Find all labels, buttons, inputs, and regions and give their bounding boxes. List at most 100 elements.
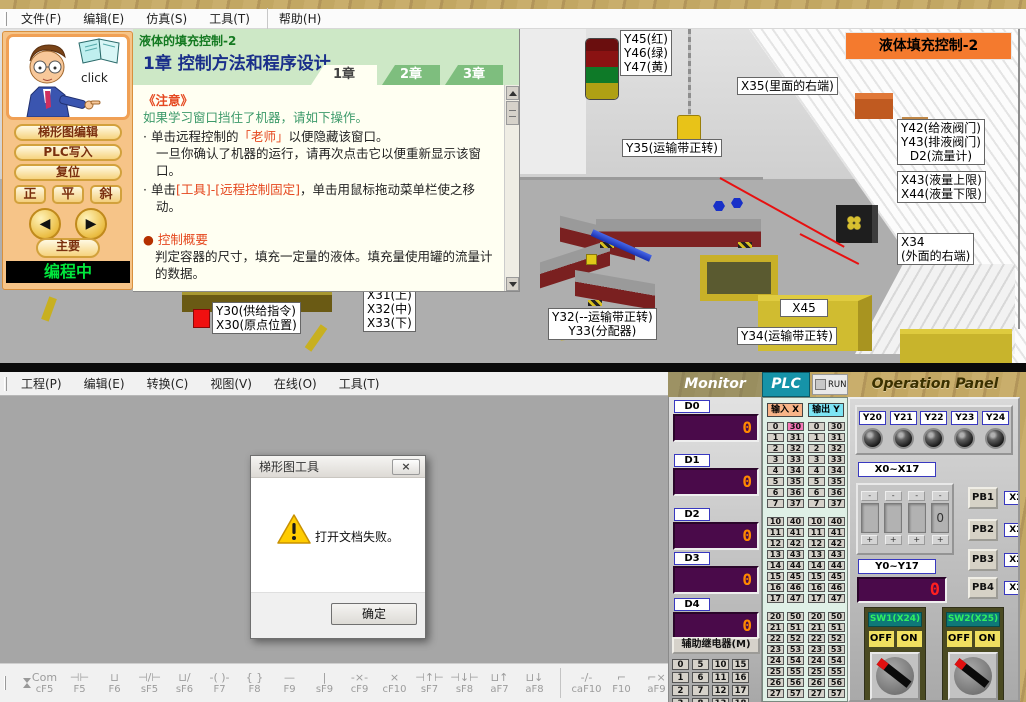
output-y-cell[interactable]: 15	[808, 572, 825, 581]
m-relay-cell[interactable]: 5	[692, 659, 709, 670]
scroll-thumb[interactable]	[506, 101, 519, 125]
scroll-up-button[interactable]	[506, 86, 519, 100]
input-x-cell[interactable]: 6	[767, 488, 784, 497]
output-y-cell[interactable]: 32	[828, 444, 845, 453]
prev-arrow-button[interactable]: ◀	[29, 208, 61, 240]
input-x-cell[interactable]: 11	[767, 528, 784, 537]
output-y-cell[interactable]: 47	[828, 594, 845, 603]
input-x-cell[interactable]: 43	[787, 550, 804, 559]
lesson-scrollbar[interactable]	[504, 85, 519, 292]
m-relay-cell[interactable]: 8	[692, 698, 709, 702]
toolbar-grip[interactable]	[4, 12, 7, 26]
toolbar-button-sF7[interactable]: ⊣↑⊢sF7	[412, 671, 447, 695]
input-x-cell[interactable]: 33	[787, 455, 804, 464]
thumbwheel-minus-button[interactable]: -	[908, 491, 925, 501]
toolbar-button-cF10[interactable]: ×cF10	[377, 671, 412, 695]
output-y-cell[interactable]: 35	[828, 477, 845, 486]
toolbar-button-sF9[interactable]: |sF9	[307, 671, 342, 695]
input-x-cell[interactable]: 42	[787, 539, 804, 548]
ladder-edit-button[interactable]: 梯形图编辑	[14, 124, 122, 141]
output-y-cell[interactable]: 43	[828, 550, 845, 559]
output-y-cell[interactable]: 54	[828, 656, 845, 665]
menu-item[interactable]: 转换(C)	[136, 373, 200, 394]
input-x-cell[interactable]: 22	[767, 634, 784, 643]
menu-item[interactable]: 工具(T)	[198, 8, 261, 29]
output-y-cell[interactable]: 53	[828, 645, 845, 654]
input-x-cell[interactable]: 5	[767, 477, 784, 486]
output-y-cell[interactable]: 4	[808, 466, 825, 475]
output-y-cell[interactable]: 37	[828, 499, 845, 508]
input-x-cell[interactable]: 54	[787, 656, 804, 665]
input-x-cell[interactable]: 27	[767, 689, 784, 698]
output-y-cell[interactable]: 50	[828, 612, 845, 621]
menu-item[interactable]: 编辑(E)	[73, 373, 136, 394]
input-x-cell[interactable]: 50	[787, 612, 804, 621]
output-y-cell[interactable]: 16	[808, 583, 825, 592]
toolbar-button-F10[interactable]: ⌐F10	[604, 671, 639, 695]
push-button-PB3[interactable]: PB3	[968, 549, 998, 571]
output-y-cell[interactable]: 6	[808, 488, 825, 497]
dialog-ok-button[interactable]: 确定	[331, 603, 417, 625]
push-button-PB1[interactable]: PB1	[968, 487, 998, 509]
output-y-cell[interactable]: 30	[828, 422, 845, 431]
reset-button[interactable]: 复位	[14, 164, 122, 181]
toolbar-grip[interactable]	[4, 377, 7, 391]
menu-item[interactable]: 帮助(H)	[267, 8, 332, 29]
m-relay-cell[interactable]: 17	[732, 685, 749, 696]
rotary-knob[interactable]	[948, 652, 998, 700]
output-y-cell[interactable]: 36	[828, 488, 845, 497]
m-relay-cell[interactable]: 3	[672, 698, 689, 702]
next-arrow-button[interactable]: ▶	[75, 208, 107, 240]
toolbar-button-caF10[interactable]: -/-caF10	[569, 671, 604, 695]
dialog-close-button[interactable]: ×	[392, 459, 420, 475]
input-x-cell[interactable]: 46	[787, 583, 804, 592]
input-x-cell[interactable]: 40	[787, 517, 804, 526]
toolbar-button-F9[interactable]: —F9	[272, 671, 307, 695]
output-y-cell[interactable]: 3	[808, 455, 825, 464]
thumbwheel-plus-button[interactable]: +	[885, 535, 902, 545]
menu-item[interactable]: 文件(F)	[10, 8, 72, 29]
output-y-cell[interactable]: 0	[808, 422, 825, 431]
plc-write-button[interactable]: PLC写入	[14, 144, 122, 161]
m-relay-cell[interactable]: 13	[712, 698, 729, 702]
input-x-cell[interactable]: 0	[767, 422, 784, 431]
input-x-cell[interactable]: 41	[787, 528, 804, 537]
thumbwheel-plus-button[interactable]: +	[908, 535, 925, 545]
toolbar-button-aF8[interactable]: ⊔↓aF8	[517, 671, 552, 695]
input-x-cell[interactable]: 16	[767, 583, 784, 592]
output-y-cell[interactable]: 44	[828, 561, 845, 570]
input-x-cell[interactable]: 45	[787, 572, 804, 581]
input-x-cell[interactable]: 57	[787, 689, 804, 698]
menu-item[interactable]: 视图(V)	[199, 373, 263, 394]
tab-chapter-3[interactable]: 3章	[445, 65, 503, 85]
aux-relay-button[interactable]: 辅助继电器(M)	[672, 637, 760, 654]
input-x-cell[interactable]: 14	[767, 561, 784, 570]
output-y-cell[interactable]: 1	[808, 433, 825, 442]
output-y-cell[interactable]: 26	[808, 678, 825, 687]
input-x-cell[interactable]: 24	[767, 656, 784, 665]
output-y-cell[interactable]: 27	[808, 689, 825, 698]
output-y-cell[interactable]: 5	[808, 477, 825, 486]
m-relay-cell[interactable]: 12	[712, 685, 729, 696]
output-y-cell[interactable]: 14	[808, 561, 825, 570]
output-y-cell[interactable]: 46	[828, 583, 845, 592]
view-angle-button[interactable]: 斜	[90, 185, 122, 204]
output-y-cell[interactable]: 7	[808, 499, 825, 508]
input-x-cell[interactable]: 4	[767, 466, 784, 475]
menu-item[interactable]: 仿真(S)	[135, 8, 198, 29]
input-x-cell[interactable]: 15	[767, 572, 784, 581]
output-y-cell[interactable]: 51	[828, 623, 845, 632]
m-relay-cell[interactable]: 7	[692, 685, 709, 696]
toolbar-button-cF9[interactable]: -×-cF9	[342, 671, 377, 695]
output-y-cell[interactable]: 34	[828, 466, 845, 475]
tab-chapter-2[interactable]: 2章	[382, 65, 440, 85]
input-x-cell[interactable]: 23	[767, 645, 784, 654]
input-x-cell[interactable]: 56	[787, 678, 804, 687]
toolbar-button-aF7[interactable]: ⊔↑aF7	[482, 671, 517, 695]
run-checkbox[interactable]	[815, 379, 826, 390]
m-relay-cell[interactable]: 16	[732, 672, 749, 683]
input-x-cell[interactable]: 51	[787, 623, 804, 632]
input-x-cell[interactable]: 12	[767, 539, 784, 548]
output-y-cell[interactable]: 23	[808, 645, 825, 654]
toolbar-button-F8[interactable]: { }F8	[237, 671, 272, 695]
